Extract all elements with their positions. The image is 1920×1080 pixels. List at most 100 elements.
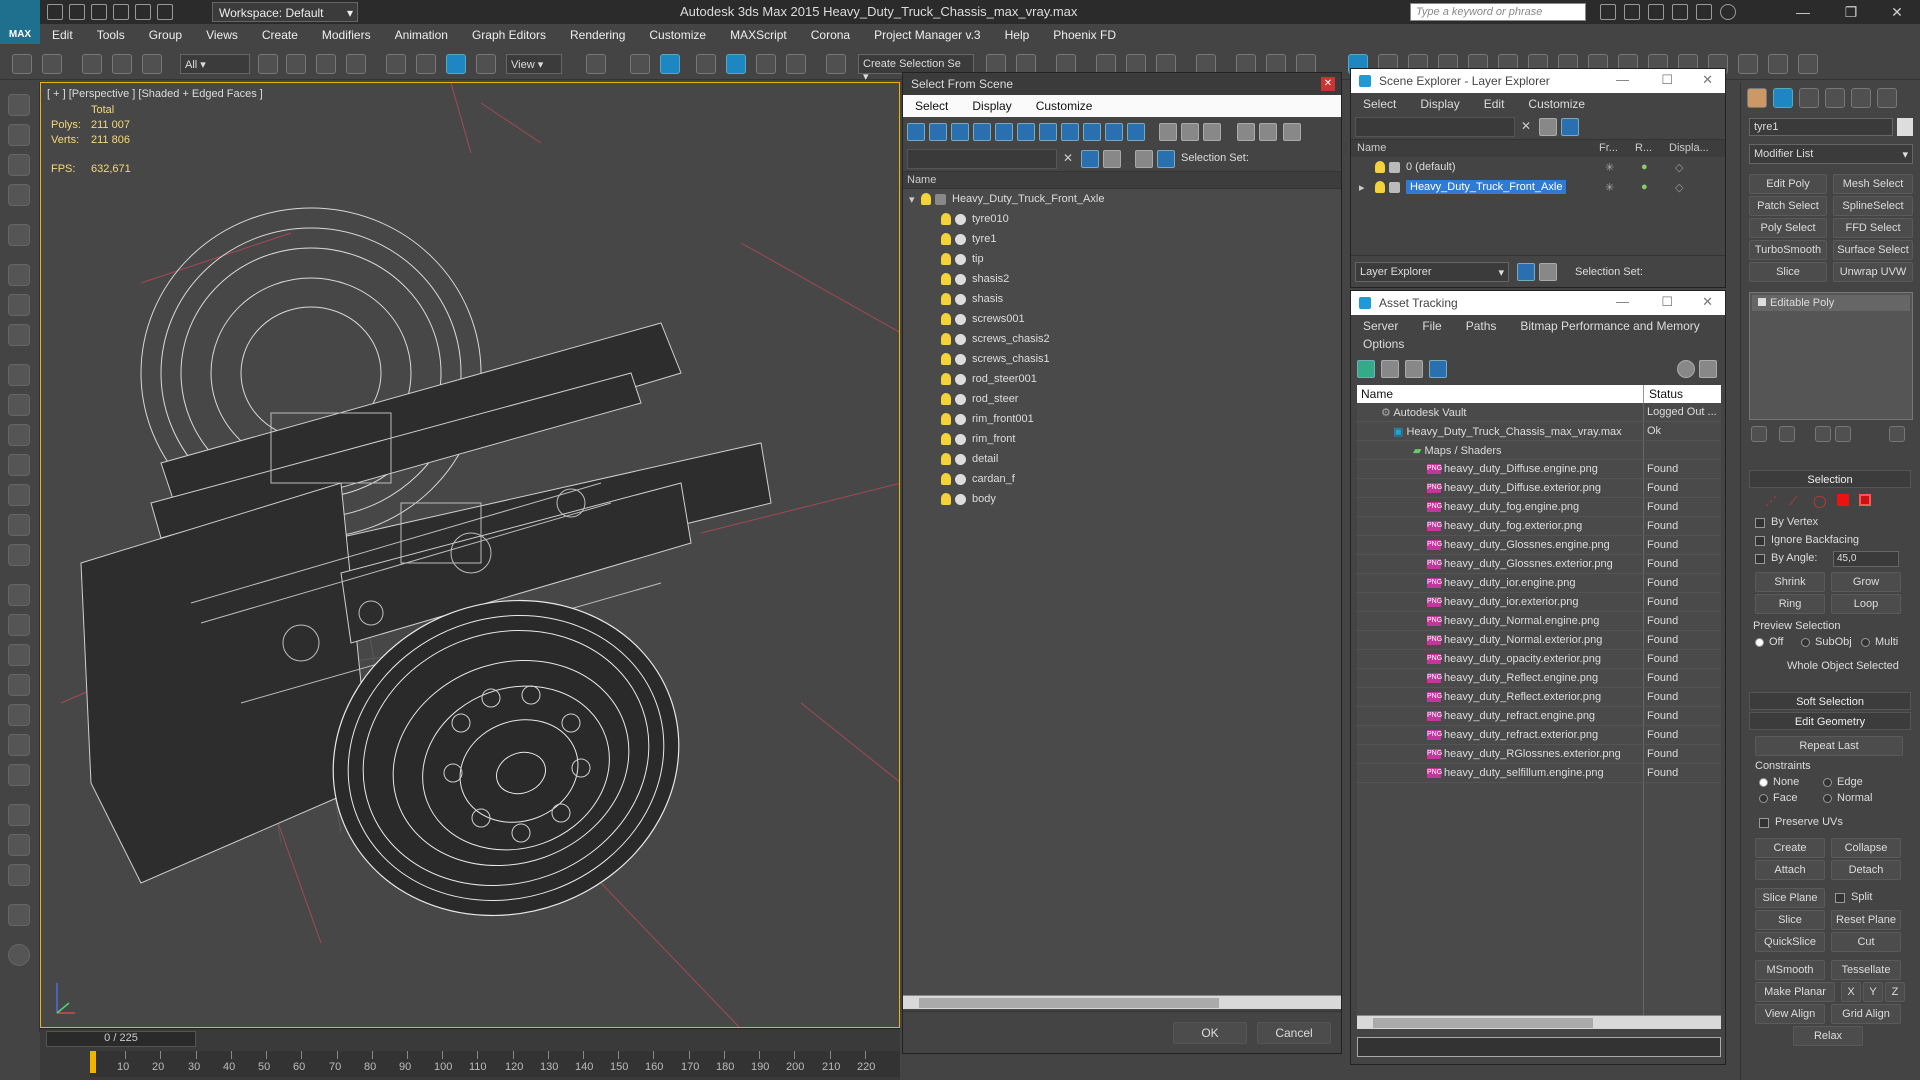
light-bulb-icon[interactable] — [941, 373, 951, 385]
list-item[interactable]: tip — [903, 249, 1341, 269]
list-item[interactable]: detail — [903, 449, 1341, 469]
workspace-dropdown[interactable]: Workspace: Default ▾ — [212, 2, 358, 22]
close-button[interactable]: ✕ — [1702, 72, 1713, 88]
slice-button[interactable]: Slice — [1755, 910, 1825, 930]
menu-corona[interactable]: Corona — [799, 28, 862, 42]
light-bulb-icon[interactable] — [941, 293, 951, 305]
key-icon[interactable] — [1624, 4, 1640, 20]
edit-poly-button[interactable]: Edit Poly — [1749, 174, 1827, 194]
menu-graph-editors[interactable]: Graph Editors — [460, 28, 558, 42]
image-icon[interactable] — [8, 124, 30, 146]
collapse-button[interactable]: Collapse — [1831, 838, 1901, 858]
display-tab-icon[interactable] — [1851, 88, 1871, 108]
menu-file[interactable]: File — [1410, 319, 1453, 333]
make-unique-icon[interactable] — [1815, 426, 1831, 442]
msmooth-button[interactable]: MSmooth — [1755, 960, 1825, 980]
list-item[interactable]: rod_steer — [903, 389, 1341, 409]
cylinder-icon[interactable] — [8, 394, 30, 416]
asset-row-file[interactable]: PNG heavy_duty_fog.exterior.png Found — [1357, 517, 1721, 536]
layers-icon[interactable] — [8, 834, 30, 856]
cancel-button[interactable]: Cancel — [1257, 1022, 1331, 1044]
asset-row-file[interactable]: PNG heavy_duty_Normal.exterior.png Found — [1357, 631, 1721, 650]
frame-marker[interactable] — [90, 1051, 96, 1073]
box-icon[interactable] — [8, 364, 30, 386]
phoenix-icon[interactable] — [1738, 54, 1758, 74]
asset-row-file[interactable]: PNG heavy_duty_refract.engine.png Found — [1357, 707, 1721, 726]
maximize-button[interactable]: ☐ — [1661, 72, 1673, 88]
menu-modifiers[interactable]: Modifiers — [310, 28, 383, 42]
display-groups-icon[interactable] — [1039, 123, 1057, 141]
material-icon[interactable] — [8, 804, 30, 826]
menu-paths[interactable]: Paths — [1454, 319, 1509, 333]
layer-row[interactable]: 0 (default) ✳ ● ◇ — [1351, 157, 1725, 177]
light-bulb-icon[interactable] — [941, 353, 951, 365]
render-icon[interactable] — [1296, 54, 1316, 74]
script-icon[interactable] — [8, 904, 30, 926]
snowflake-icon[interactable]: ✳ — [1605, 161, 1614, 174]
tree-view-icon[interactable] — [1405, 360, 1423, 378]
light-bulb-icon[interactable] — [1375, 181, 1385, 193]
asset-row-file[interactable]: PNG heavy_duty_ior.exterior.png Found — [1357, 593, 1721, 612]
show-end-result-icon[interactable] — [1779, 426, 1795, 442]
asset-row-file[interactable]: PNG heavy_duty_Glossnes.exterior.png Found — [1357, 555, 1721, 574]
display-geometry-icon[interactable] — [907, 123, 925, 141]
asset-row-file[interactable]: PNG heavy_duty_ior.engine.png Found — [1357, 574, 1721, 593]
border-icon[interactable]: ◯ — [1813, 494, 1826, 508]
relax-button[interactable]: Relax — [1793, 1026, 1863, 1046]
constraint-none-radio[interactable] — [1759, 778, 1768, 787]
asset-row-file[interactable]: PNG heavy_duty_Glossnes.engine.png Found — [1357, 536, 1721, 555]
pin-icon[interactable] — [1699, 360, 1717, 378]
planar-z-button[interactable]: Z — [1885, 982, 1905, 1002]
ignore-backfacing-checkbox[interactable] — [1755, 536, 1765, 546]
gear-icon[interactable] — [8, 674, 30, 696]
split-checkbox[interactable] — [1835, 893, 1845, 903]
find-input[interactable] — [1355, 117, 1515, 137]
menu-maxscript[interactable]: MAXScript — [718, 28, 799, 42]
column-header-name[interactable]: Name — [1361, 387, 1393, 401]
ring-button[interactable]: Ring — [1755, 594, 1825, 614]
sun-icon[interactable] — [8, 514, 30, 536]
ffd-select-button[interactable]: FFD Select — [1833, 218, 1913, 238]
list-item[interactable]: cardan_f — [903, 469, 1341, 489]
spline-select-button[interactable]: SplineSelect — [1833, 196, 1913, 216]
curve-editor-icon[interactable] — [1126, 54, 1146, 74]
display-cameras-icon[interactable] — [973, 123, 991, 141]
rotate-icon[interactable] — [416, 54, 436, 74]
help-icon[interactable] — [8, 944, 30, 966]
perspective-viewport[interactable]: [ + ] [Perspective ] [Shaded + Edged Fac… — [40, 82, 900, 1028]
by-angle-checkbox[interactable] — [1755, 554, 1765, 564]
close-button[interactable]: ✕ — [1882, 2, 1912, 22]
shrink-button[interactable]: Shrink — [1755, 572, 1825, 592]
maximize-button[interactable]: ☐ — [1661, 294, 1673, 310]
list-item[interactable]: shasis — [903, 289, 1341, 309]
track-bar[interactable]: 10 20 30 40 50 60 70 80 90 100 110 120 130 140 150 160 1… — [90, 1051, 900, 1077]
minimize-button[interactable]: — — [1616, 72, 1629, 87]
list-item[interactable]: rod_steer001 — [903, 369, 1341, 389]
menu-options[interactable]: Options — [1351, 337, 1725, 355]
light-bulb-icon[interactable] — [921, 193, 931, 205]
asset-row-file[interactable]: PNG heavy_duty_refract.exterior.png Found — [1357, 726, 1721, 745]
column-header-render[interactable]: R... — [1635, 142, 1652, 154]
hair-icon[interactable] — [8, 734, 30, 756]
attach-button[interactable]: Attach — [1755, 860, 1825, 880]
grow-button[interactable]: Grow — [1831, 572, 1901, 592]
column-header-freeze[interactable]: Fr... — [1599, 142, 1618, 154]
mesh-select-button[interactable]: Mesh Select — [1833, 174, 1913, 194]
cut-button[interactable]: Cut — [1831, 932, 1901, 952]
search-input[interactable]: Type a keyword or phrase — [1410, 3, 1586, 21]
asset-row-file[interactable]: PNG heavy_duty_Normal.engine.png Found — [1357, 612, 1721, 631]
pin-stack-icon[interactable] — [1751, 426, 1767, 442]
layers-icon[interactable] — [1517, 263, 1535, 281]
modifier-list-dropdown[interactable]: Modifier List ▾ — [1749, 144, 1913, 164]
angle-snap-icon[interactable] — [726, 54, 746, 74]
close-x-icon[interactable] — [1696, 4, 1712, 20]
display-spacewarps-icon[interactable] — [1017, 123, 1035, 141]
menu-select[interactable]: Select — [903, 99, 960, 113]
open-file-icon[interactable] — [69, 4, 85, 20]
filter-icon[interactable] — [1561, 118, 1579, 136]
app-logo[interactable]: MAX — [0, 0, 40, 44]
material-editor-icon[interactable] — [1196, 54, 1216, 74]
light-bulb-icon[interactable] — [941, 493, 951, 505]
display-shapes-icon[interactable] — [929, 123, 947, 141]
list-icon[interactable] — [8, 154, 30, 176]
